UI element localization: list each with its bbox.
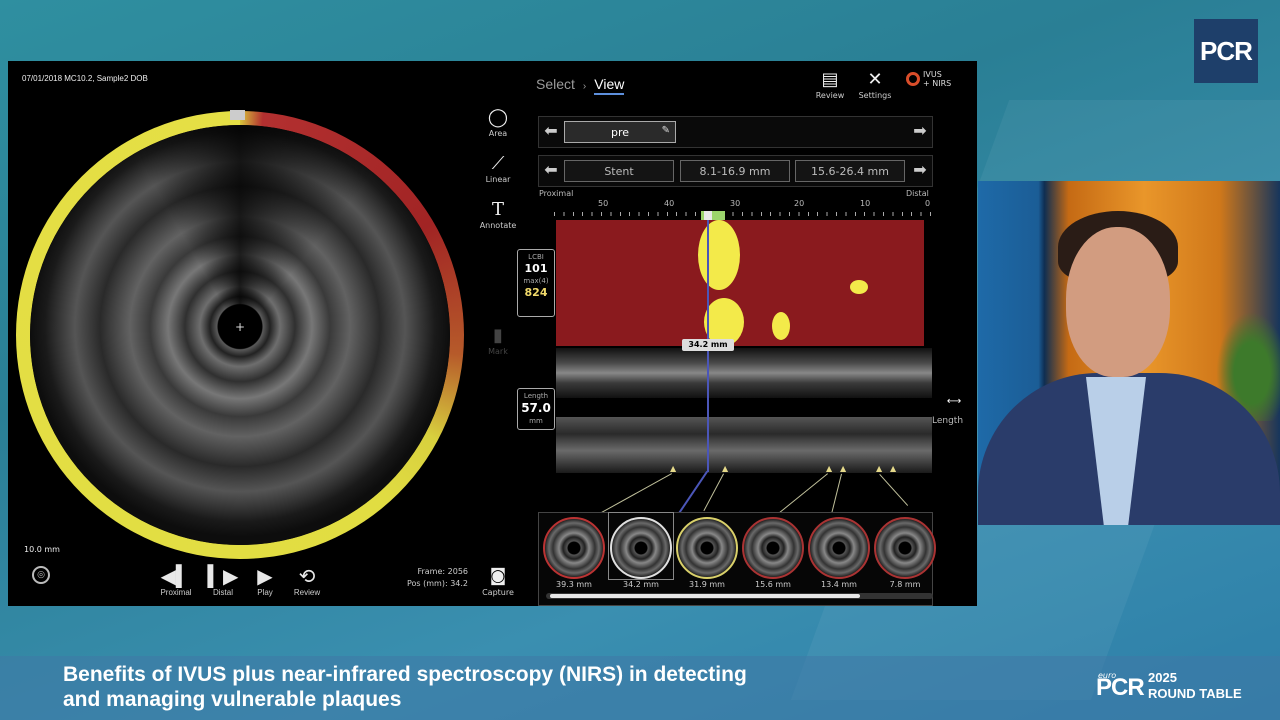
linear-icon: ⟋ (491, 153, 505, 174)
linear-tool[interactable]: ⟋ Linear (478, 153, 518, 184)
tick-20: 20 (794, 199, 805, 208)
patient-header: 07/01/2018 MC10.2, Sample2 DOB (22, 74, 148, 83)
tick-10: 10 (860, 199, 871, 208)
ivus-screen: 07/01/2018 MC10.2, Sample2 DOB + 10.0 mm… (8, 61, 977, 606)
tick-30: 30 (730, 199, 741, 208)
prev-segment-arrow[interactable]: ⬅ (541, 160, 561, 179)
thumbnail-label: 39.3 mm (556, 580, 592, 589)
distal-button[interactable]: ▍▶ Distal (204, 566, 242, 597)
frame-marker: ▲ (876, 464, 883, 473)
settings-icon: ✕ (867, 69, 883, 90)
length-readout: Length 57.0 mm (517, 388, 555, 430)
annotate-tool[interactable]: T Annotate (478, 199, 518, 230)
angle-marker[interactable] (230, 110, 245, 120)
event-title: 2025 ROUND TABLE (1148, 670, 1242, 701)
thumb-connector (703, 473, 724, 512)
step-forward-icon: ▍▶ (207, 566, 239, 588)
presenter-face (1066, 227, 1170, 377)
settings-button[interactable]: ✕ Settings (853, 69, 897, 100)
review-button[interactable]: ▤ Review (808, 69, 852, 100)
length-measure-icon[interactable]: ⟷ (936, 396, 972, 407)
next-pullback-arrow[interactable]: ➡ (910, 121, 930, 140)
thumbnail[interactable] (610, 517, 672, 579)
thumbnail[interactable] (808, 517, 870, 579)
thumb-connector (879, 474, 909, 506)
position-cursor-handle[interactable] (704, 211, 712, 220)
longitudinal-view-top[interactable] (556, 348, 932, 398)
tick-40: 40 (664, 199, 675, 208)
nirs-chemogram[interactable] (556, 220, 924, 346)
length-side-label: Length (932, 416, 964, 426)
presenter-video (978, 181, 1280, 525)
area-icon: ◯ (487, 107, 509, 128)
ivus-nirs-logo: IVUS + NIRS (906, 70, 951, 88)
mark-icon: ▮ (493, 325, 503, 346)
frame-marker: ▲ (826, 464, 833, 473)
thumb-connector (831, 473, 842, 513)
position-label: 34.2 mm (682, 339, 734, 351)
frame-marker: ▲ (670, 464, 677, 473)
tick-0: 0 (925, 199, 931, 208)
caption-title: Benefits of IVUS plus near-infrared spec… (63, 663, 747, 711)
lcbi-readout: LCBI 101 max(4) 824 (517, 249, 555, 317)
breadcrumb: Select › View (536, 76, 625, 95)
distal-label: Distal (906, 189, 929, 198)
frame-readout: Frame: 2056 Pos (mm): 34.2 (406, 567, 468, 588)
frame-marker: ▲ (840, 464, 847, 473)
review-icon: ▤ (821, 69, 839, 90)
camera-icon: ◙ (489, 566, 507, 586)
proximal-button[interactable]: ◀▍ Proximal (154, 566, 198, 597)
segment-range-1[interactable]: 8.1-16.9 mm (680, 160, 790, 182)
thumbnail[interactable] (874, 517, 936, 579)
loop-icon: ⟲ (298, 566, 316, 588)
thumbnail[interactable] (676, 517, 738, 579)
frame-marker: ▲ (722, 464, 729, 473)
play-button[interactable]: ▶ Play (248, 566, 282, 597)
pcr-logo: PCR (1194, 19, 1258, 83)
capture-button[interactable]: ◙ Capture (478, 566, 518, 597)
next-segment-arrow[interactable]: ➡ (910, 160, 930, 179)
segment-stent[interactable]: Stent (564, 160, 674, 182)
scale-label: 10.0 mm (24, 545, 60, 554)
thumbnail-label: 7.8 mm (889, 580, 921, 589)
annotate-icon: T (491, 199, 504, 220)
display-settings-icon[interactable]: ◎ (32, 566, 50, 584)
thumbnail[interactable] (742, 517, 804, 579)
thumbnail[interactable] (543, 517, 605, 579)
step-back-icon: ◀▍ (160, 566, 192, 588)
pullback-selector: ⬅ pre ✎ ➡ (538, 116, 933, 148)
ivus-cross-section[interactable]: + (16, 111, 464, 559)
segment-range-2[interactable]: 15.6-26.4 mm (795, 160, 905, 182)
select-step[interactable]: Select (536, 76, 575, 92)
mark-tool[interactable]: ▮ Mark (478, 325, 518, 356)
crosshair-icon: + (226, 313, 254, 341)
area-tool[interactable]: ◯ Area (478, 107, 518, 138)
proximal-label: Proximal (539, 189, 574, 198)
thumbnail-label: 34.2 mm (623, 580, 659, 589)
thumbnail-scroll-thumb[interactable] (550, 594, 860, 598)
thumbnail-label: 15.6 mm (755, 580, 791, 589)
thumbnail-label: 31.9 mm (689, 580, 725, 589)
pullback-ruler (554, 212, 932, 216)
view-step[interactable]: View (594, 76, 625, 95)
prev-pullback-arrow[interactable]: ⬅ (541, 121, 561, 140)
frame-marker: ▲ (890, 464, 897, 473)
tick-50: 50 (598, 199, 609, 208)
thumbnail-label: 13.4 mm (821, 580, 857, 589)
pullback-name-field[interactable]: pre ✎ (564, 121, 676, 143)
edit-icon[interactable]: ✎ (662, 125, 670, 136)
segment-selector: ⬅ Stent 8.1-16.9 mm 15.6-26.4 mm ➡ (538, 155, 933, 187)
review-loop-button[interactable]: ⟲ Review (288, 566, 326, 597)
event-logo: PCR (1096, 674, 1145, 701)
play-icon: ▶ (257, 566, 273, 588)
